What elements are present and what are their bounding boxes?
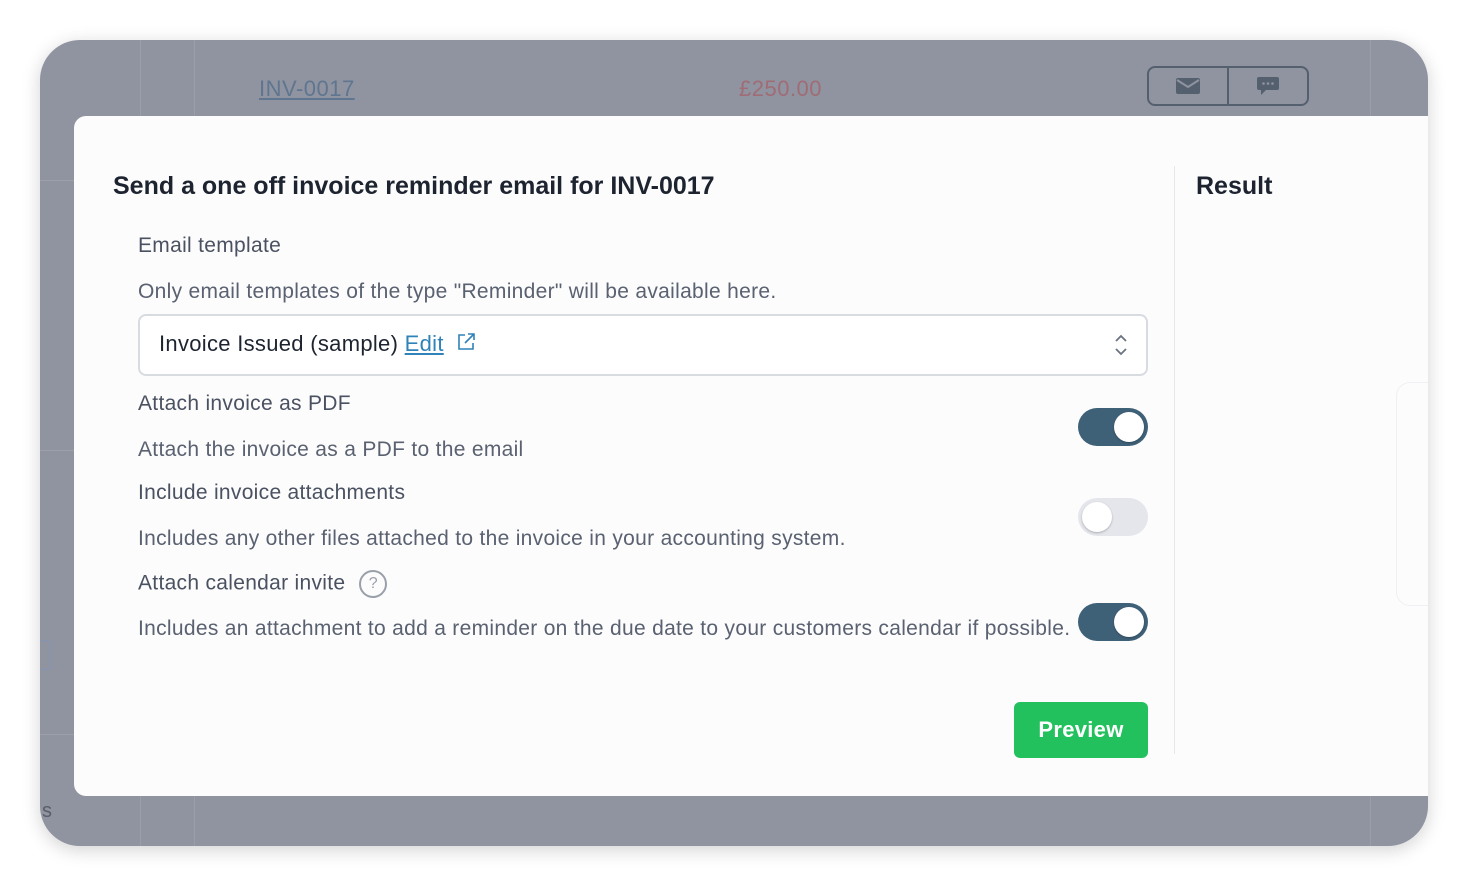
background-row-divider — [40, 450, 74, 451]
background-chat-button — [1227, 68, 1307, 104]
background-invoice-amount: £250.00 — [739, 76, 823, 101]
attach-pdf-help: Attach the invoice as a PDF to the email — [138, 438, 524, 461]
include-attachments-toggle[interactable] — [1078, 498, 1148, 536]
calendar-invite-help: Includes an attachment to add a reminder… — [138, 617, 1071, 640]
reminder-modal: Send a one off invoice reminder email fo… — [74, 116, 1428, 796]
toggle-knob — [1082, 502, 1112, 532]
panel-divider — [1174, 166, 1175, 754]
background-email-button — [1149, 68, 1227, 104]
email-template-label: Email template — [138, 234, 282, 257]
calendar-invite-toggle[interactable] — [1078, 603, 1148, 641]
calendar-invite-label: Attach calendar invite — [138, 571, 346, 595]
toggle-knob — [1114, 412, 1144, 442]
select-chevron-icon — [1115, 334, 1127, 356]
background-row-divider — [40, 734, 74, 735]
app-window: INV-0017 £250.00 s Send a one off invoic… — [40, 40, 1428, 846]
external-link-icon[interactable] — [456, 332, 476, 352]
include-attachments-label: Include invoice attachments — [138, 481, 406, 504]
selected-template-name: Invoice Issued (sample) — [159, 331, 399, 356]
calendar-invite-label-row: Attach calendar invite? — [138, 570, 388, 598]
background-partial-text: s — [42, 800, 52, 822]
attach-pdf-toggle[interactable] — [1078, 408, 1148, 446]
email-template-value: Invoice Issued (sample) Edit — [159, 331, 476, 357]
background-row-divider — [40, 180, 74, 181]
email-template-help: Only email templates of the type "Remind… — [138, 280, 777, 303]
edit-template-link[interactable]: Edit — [405, 331, 444, 356]
result-title: Result — [1196, 172, 1273, 200]
email-template-select[interactable]: Invoice Issued (sample) Edit — [138, 314, 1148, 376]
background-chip — [40, 640, 52, 670]
attach-pdf-label: Attach invoice as PDF — [138, 392, 351, 415]
chat-bubble-icon — [1257, 77, 1279, 95]
preview-button[interactable]: Preview — [1014, 702, 1148, 758]
modal-title: Send a one off invoice reminder email fo… — [113, 172, 715, 200]
toggle-knob — [1114, 607, 1144, 637]
background-action-buttons — [1147, 66, 1309, 106]
help-circle-icon[interactable]: ? — [359, 570, 388, 598]
background-invoice-link: INV-0017 — [259, 76, 355, 101]
include-attachments-help: Includes any other files attached to the… — [138, 527, 846, 550]
envelope-icon — [1176, 78, 1200, 94]
result-panel — [1396, 382, 1428, 606]
